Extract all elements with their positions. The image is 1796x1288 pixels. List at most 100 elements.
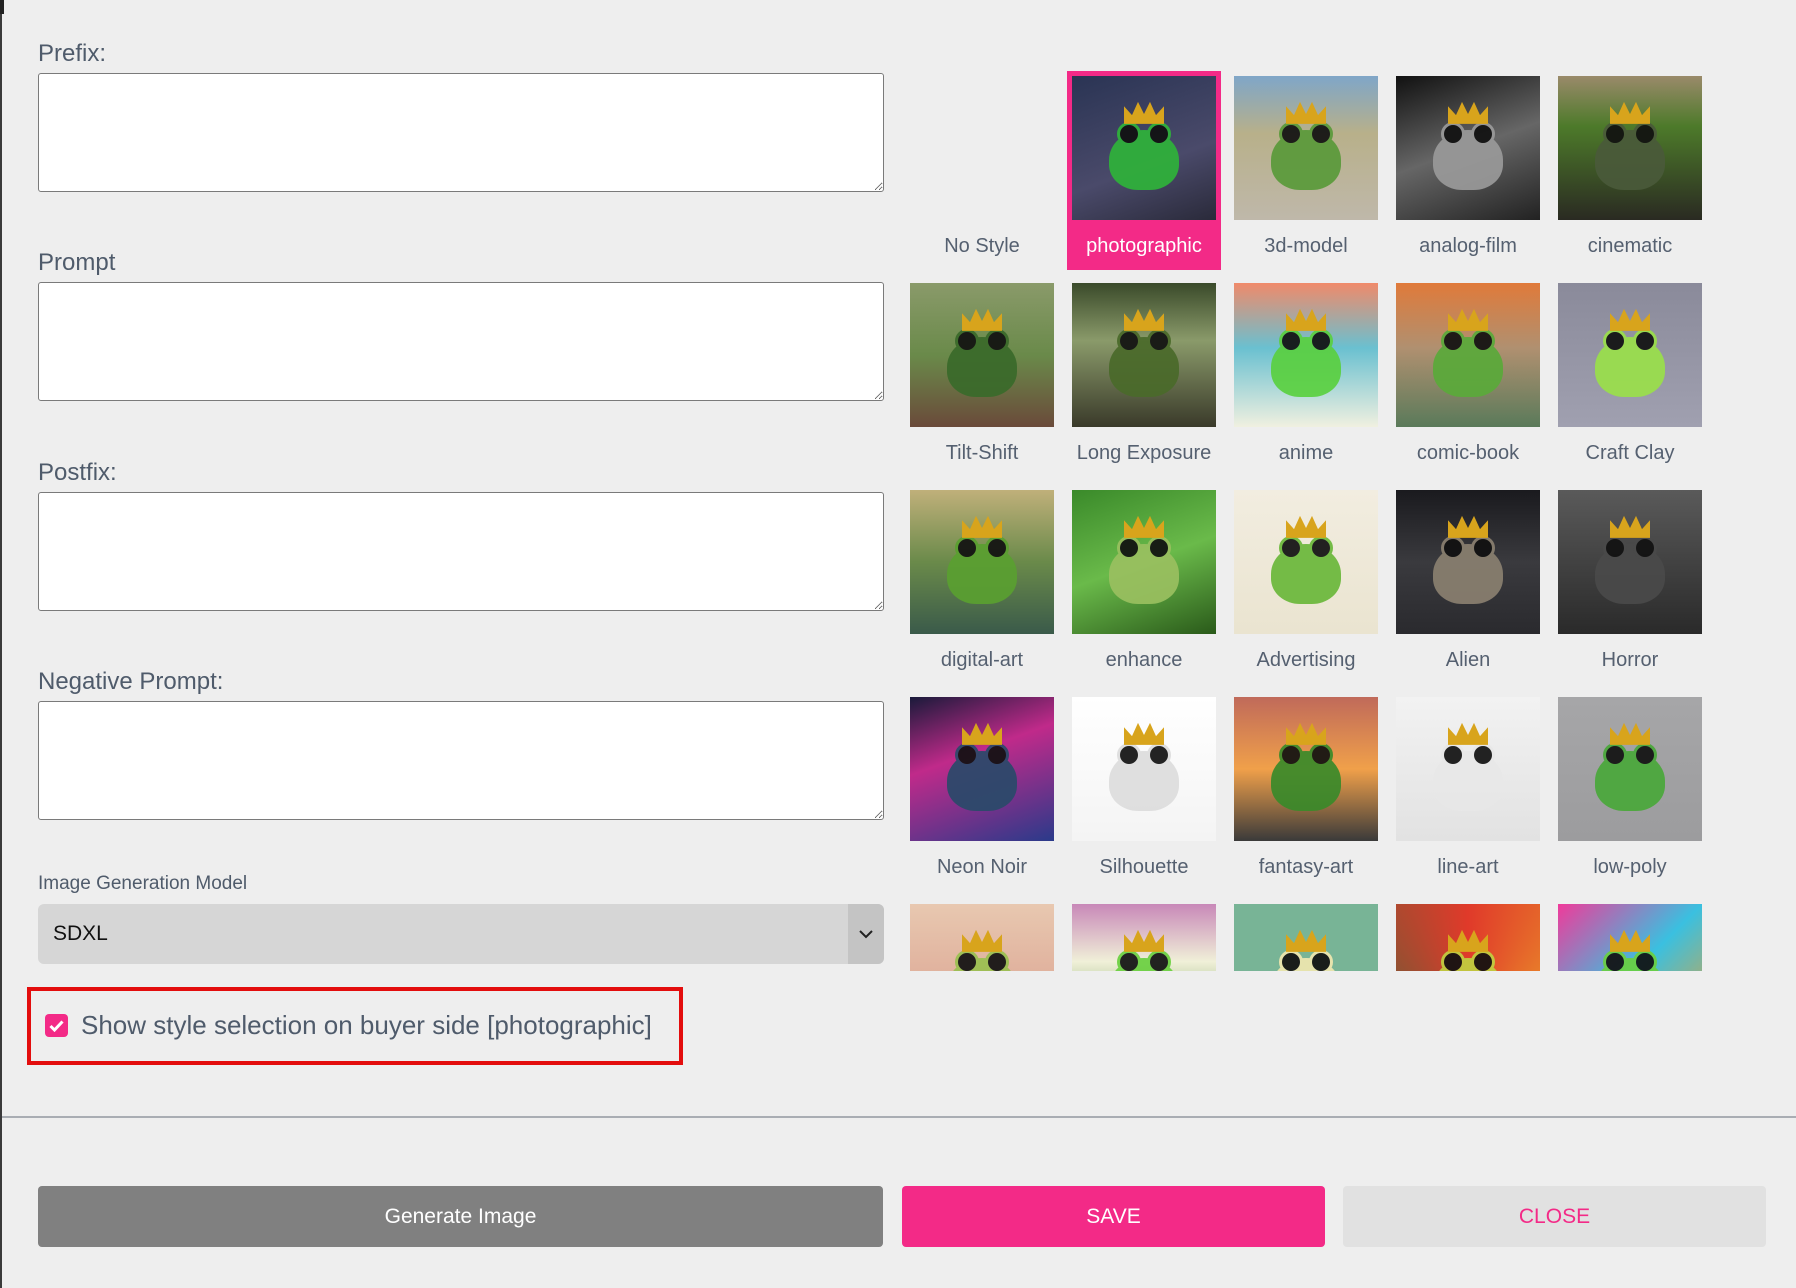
crown-icon bbox=[1610, 515, 1650, 538]
crown-icon bbox=[1448, 101, 1488, 124]
style-thumbnail bbox=[1234, 490, 1378, 634]
frog-eye bbox=[1309, 121, 1333, 146]
style-thumbnail bbox=[910, 697, 1054, 841]
style-option-long-exposure[interactable]: Long Exposure bbox=[1067, 278, 1221, 477]
style-label: Craft Clay bbox=[1585, 442, 1675, 464]
prompt-label: Prompt bbox=[38, 249, 116, 276]
style-option-partial-21[interactable] bbox=[1067, 899, 1221, 971]
style-option-cinematic[interactable]: cinematic bbox=[1553, 71, 1707, 270]
footer-divider bbox=[2, 1116, 1796, 1118]
style-thumbnail bbox=[1396, 283, 1540, 427]
save-button[interactable]: SAVE bbox=[902, 1186, 1325, 1247]
prompt-textarea[interactable] bbox=[38, 282, 884, 401]
style-option-partial-20[interactable] bbox=[905, 899, 1059, 971]
style-thumbnail bbox=[1558, 490, 1702, 634]
frog-eye bbox=[985, 742, 1009, 767]
style-thumbnail bbox=[1234, 904, 1378, 971]
style-option-neon-noir[interactable]: Neon Noir bbox=[905, 692, 1059, 891]
crown-icon bbox=[962, 722, 1002, 745]
style-option-line-art[interactable]: line-art bbox=[1391, 692, 1545, 891]
generate-image-button[interactable]: Generate Image bbox=[38, 1186, 883, 1247]
model-select[interactable]: SDXL bbox=[38, 904, 884, 964]
style-label: comic-book bbox=[1416, 442, 1520, 464]
style-option-craft-clay[interactable]: Craft Clay bbox=[1553, 278, 1707, 477]
frog-eye bbox=[1441, 535, 1465, 560]
frog-icon bbox=[1271, 328, 1341, 397]
style-grid[interactable]: No Style photographic 3d-model analog-film c… bbox=[905, 60, 1796, 971]
frog-eye bbox=[1441, 328, 1465, 353]
frog-eye bbox=[1633, 949, 1657, 971]
frog-eye bbox=[1633, 535, 1657, 560]
style-label: digital-art bbox=[940, 649, 1024, 671]
style-option-horror[interactable]: Horror bbox=[1553, 485, 1707, 684]
frog-eye bbox=[1471, 328, 1495, 353]
style-option-3d-model[interactable]: 3d-model bbox=[1229, 71, 1383, 270]
frog-icon bbox=[1595, 535, 1665, 604]
style-option-tilt-shift[interactable]: Tilt-Shift bbox=[905, 278, 1059, 477]
frog-icon bbox=[1271, 949, 1341, 971]
close-button[interactable]: CLOSE bbox=[1343, 1186, 1766, 1247]
style-thumbnail bbox=[1396, 76, 1540, 220]
frog-eye bbox=[1117, 949, 1141, 971]
style-thumbnail bbox=[1072, 490, 1216, 634]
style-option-advertising[interactable]: Advertising bbox=[1229, 485, 1383, 684]
style-label: enhance bbox=[1105, 649, 1183, 671]
window-left-edge bbox=[0, 0, 2, 1288]
crown-icon bbox=[1286, 515, 1326, 538]
frog-eye bbox=[955, 535, 979, 560]
frog-eye bbox=[955, 949, 979, 971]
frog-eye bbox=[1471, 949, 1495, 971]
style-option-no-style[interactable]: No Style bbox=[905, 71, 1059, 270]
style-option-digital-art[interactable]: digital-art bbox=[905, 485, 1059, 684]
style-option-low-poly[interactable]: low-poly bbox=[1553, 692, 1707, 891]
style-option-fantasy-art[interactable]: fantasy-art bbox=[1229, 692, 1383, 891]
style-option-anime[interactable]: anime bbox=[1229, 278, 1383, 477]
crown-icon bbox=[1448, 308, 1488, 331]
crown-icon bbox=[1286, 929, 1326, 952]
chevron-down-icon[interactable] bbox=[848, 904, 884, 964]
frog-icon bbox=[947, 535, 1017, 604]
style-option-enhance[interactable]: enhance bbox=[1067, 485, 1221, 684]
style-option-silhouette[interactable]: Silhouette bbox=[1067, 692, 1221, 891]
crown-icon bbox=[1448, 722, 1488, 745]
frog-icon bbox=[1109, 328, 1179, 397]
style-option-partial-22[interactable] bbox=[1229, 899, 1383, 971]
style-option-partial-24[interactable] bbox=[1553, 899, 1707, 971]
frog-icon bbox=[1595, 949, 1665, 971]
style-option-analog-film[interactable]: analog-film bbox=[1391, 71, 1545, 270]
frog-eye bbox=[1603, 535, 1627, 560]
frog-eye bbox=[1309, 742, 1333, 767]
style-option-partial-23[interactable] bbox=[1391, 899, 1545, 971]
style-label: Tilt-Shift bbox=[945, 442, 1019, 464]
postfix-textarea[interactable] bbox=[38, 492, 884, 611]
frog-eye bbox=[1471, 742, 1495, 767]
style-thumbnail bbox=[1558, 76, 1702, 220]
style-thumbnail bbox=[1234, 283, 1378, 427]
model-label: Image Generation Model bbox=[38, 873, 248, 894]
frog-eye bbox=[1117, 535, 1141, 560]
frog-icon bbox=[1595, 328, 1665, 397]
show-style-checkbox[interactable] bbox=[45, 1014, 68, 1037]
frog-eye bbox=[1441, 949, 1465, 971]
frog-icon bbox=[1433, 742, 1503, 811]
frog-eye bbox=[1633, 742, 1657, 767]
frog-eye bbox=[1603, 328, 1627, 353]
frog-eye bbox=[1633, 328, 1657, 353]
negative-prompt-textarea[interactable] bbox=[38, 701, 884, 820]
frog-eye bbox=[1471, 121, 1495, 146]
frog-eye bbox=[1633, 121, 1657, 146]
frog-eye bbox=[1147, 328, 1171, 353]
frog-eye bbox=[1309, 535, 1333, 560]
frog-eye bbox=[955, 742, 979, 767]
crown-icon bbox=[1448, 929, 1488, 952]
style-thumbnail bbox=[1234, 76, 1378, 220]
frog-icon bbox=[1433, 121, 1503, 190]
style-option-photographic[interactable]: photographic bbox=[1067, 71, 1221, 270]
style-option-alien[interactable]: Alien bbox=[1391, 485, 1545, 684]
style-option-comic-book[interactable]: comic-book bbox=[1391, 278, 1545, 477]
frog-eye bbox=[1147, 742, 1171, 767]
show-style-label[interactable]: Show style selection on buyer side [phot… bbox=[81, 1010, 652, 1041]
frog-icon bbox=[1433, 949, 1503, 971]
negative-prompt-label: Negative Prompt: bbox=[38, 668, 224, 695]
prefix-textarea[interactable] bbox=[38, 73, 884, 192]
